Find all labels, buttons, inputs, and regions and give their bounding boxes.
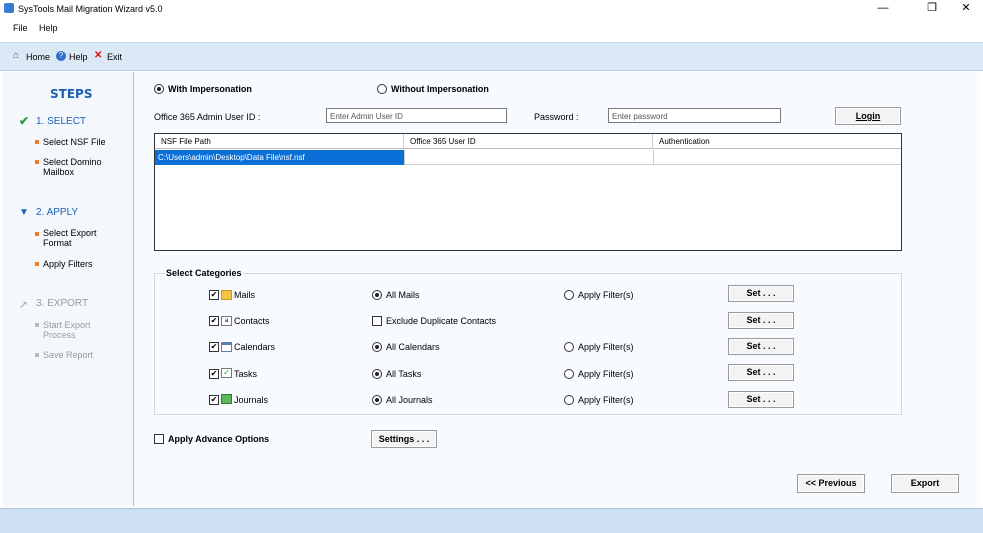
window-title: SysTools Mail Migration Wizard v5.0	[18, 4, 163, 14]
export-button[interactable]: Export	[891, 474, 959, 493]
tasks-icon: ✓	[221, 368, 232, 378]
with-impersonation-radio[interactable]	[154, 84, 164, 94]
contacts-label: Contacts	[234, 316, 270, 326]
journals-filter-radio[interactable]	[564, 395, 574, 405]
contacts-set-button[interactable]: Set . . .	[728, 312, 794, 329]
tasks-filter-radio[interactable]	[564, 369, 574, 379]
step-item-start-export: Start Export Process	[43, 320, 91, 340]
exclude-duplicates-label: Exclude Duplicate Contacts	[386, 316, 497, 326]
grid-header-authentication[interactable]: Authentication	[653, 134, 901, 149]
bullet-icon	[35, 140, 39, 144]
menu-bar: File Help	[0, 18, 983, 38]
step-item-save-report: Save Report	[43, 350, 94, 360]
step-item-select-nsf: Select NSF File	[43, 137, 106, 147]
calendars-filter-radio[interactable]	[564, 342, 574, 352]
journal-icon	[221, 394, 232, 404]
mails-label: Mails	[234, 290, 256, 300]
tasks-filter-label: Apply Filter(s)	[578, 369, 634, 379]
all-calendars-label: All Calendars	[386, 342, 440, 352]
title-bar: SysTools Mail Migration Wizard v5.0 — ❐ …	[0, 0, 983, 18]
grid-cell-nsf-path[interactable]: C:\Users\admin\Desktop\Data File\nsf.nsf	[155, 150, 404, 165]
close-button[interactable]: ✕	[951, 0, 981, 18]
check-icon: ✔	[19, 114, 30, 128]
contacts-icon: a	[221, 316, 232, 326]
menu-help[interactable]: Help	[39, 23, 58, 33]
calendar-icon	[221, 342, 232, 352]
settings-button[interactable]: Settings . . .	[371, 430, 437, 448]
all-calendars-radio[interactable]	[372, 342, 382, 352]
calendars-filter-label: Apply Filter(s)	[578, 342, 634, 352]
step-apply: 2. APPLY	[36, 207, 79, 218]
journals-label: Journals	[234, 395, 269, 405]
without-impersonation-label: Without Impersonation	[391, 84, 489, 94]
home-button[interactable]: Home	[26, 52, 50, 62]
advance-options-label: Apply Advance Options	[168, 434, 270, 444]
menu-file[interactable]: File	[13, 23, 28, 33]
all-journals-radio[interactable]	[372, 395, 382, 405]
all-journals-label: All Journals	[386, 395, 433, 405]
mails-set-button[interactable]: Set . . .	[728, 285, 794, 302]
tasks-set-button[interactable]: Set . . .	[728, 364, 794, 381]
exclude-duplicates-checkbox[interactable]	[372, 316, 382, 326]
export-arrow-icon: ➚	[19, 299, 29, 311]
mails-checkbox[interactable]: ✔	[209, 290, 219, 300]
home-icon: ⌂	[13, 50, 20, 61]
step-export: 3. EXPORT	[36, 298, 89, 309]
journals-checkbox[interactable]: ✔	[209, 395, 219, 405]
step-item-select-domino: Select Domino Mailbox	[43, 157, 102, 177]
steps-title: STEPS	[50, 87, 93, 101]
grid-header-nsf-path[interactable]: NSF File Path	[155, 134, 404, 149]
step-item-export-format: Select Export Format	[43, 228, 97, 248]
toolbar: ⌂ Home ? Help ✕ Exit	[0, 42, 983, 71]
bullet-icon	[35, 262, 39, 266]
categories-title: Select Categories	[165, 268, 243, 278]
password-input[interactable]: Enter password	[608, 108, 781, 123]
app-icon	[4, 3, 14, 13]
restore-button[interactable]: ❐	[917, 0, 947, 18]
password-label: Password :	[534, 112, 579, 122]
nsf-file-grid[interactable]: NSF File Path Office 365 User ID Authent…	[154, 133, 902, 251]
help-button[interactable]: Help	[69, 52, 88, 62]
mails-filter-label: Apply Filter(s)	[578, 290, 634, 300]
bullet-icon	[35, 323, 39, 327]
bullet-icon	[35, 232, 39, 236]
journals-filter-label: Apply Filter(s)	[578, 395, 634, 405]
minimize-button[interactable]: —	[868, 0, 898, 18]
exit-icon: ✕	[94, 50, 103, 61]
calendars-checkbox[interactable]: ✔	[209, 342, 219, 352]
mail-icon	[221, 290, 232, 300]
journals-set-button[interactable]: Set . . .	[728, 391, 794, 408]
admin-id-label: Office 365 Admin User ID :	[154, 112, 261, 122]
contacts-checkbox[interactable]: ✔	[209, 316, 219, 326]
all-mails-radio[interactable]	[372, 290, 382, 300]
calendars-label: Calendars	[234, 342, 276, 352]
previous-button[interactable]: << Previous	[797, 474, 865, 493]
with-impersonation-label: With Impersonation	[168, 84, 252, 94]
calendars-set-button[interactable]: Set . . .	[728, 338, 794, 355]
grid-cell-authentication[interactable]	[653, 150, 901, 165]
login-button[interactable]: Login	[835, 107, 901, 125]
without-impersonation-radio[interactable]	[377, 84, 387, 94]
filter-icon: ▼	[19, 207, 29, 218]
all-tasks-label: All Tasks	[386, 369, 422, 379]
bullet-icon	[35, 353, 39, 357]
advance-options-checkbox[interactable]	[154, 434, 164, 444]
all-mails-label: All Mails	[386, 290, 420, 300]
status-bar	[0, 508, 983, 533]
grid-cell-o365-id[interactable]	[404, 150, 653, 165]
help-icon: ?	[56, 51, 66, 61]
login-button-label: Login	[855, 111, 881, 121]
mails-filter-radio[interactable]	[564, 290, 574, 300]
admin-id-input[interactable]: Enter Admin User ID	[326, 108, 507, 123]
tasks-checkbox[interactable]: ✔	[209, 369, 219, 379]
all-tasks-radio[interactable]	[372, 369, 382, 379]
tasks-label: Tasks	[234, 369, 258, 379]
grid-header-o365-id[interactable]: Office 365 User ID	[404, 134, 653, 149]
step-item-apply-filters: Apply Filters	[43, 259, 93, 269]
bullet-icon	[35, 160, 39, 164]
step-select: 1. SELECT	[36, 116, 87, 127]
exit-button[interactable]: Exit	[107, 52, 122, 62]
